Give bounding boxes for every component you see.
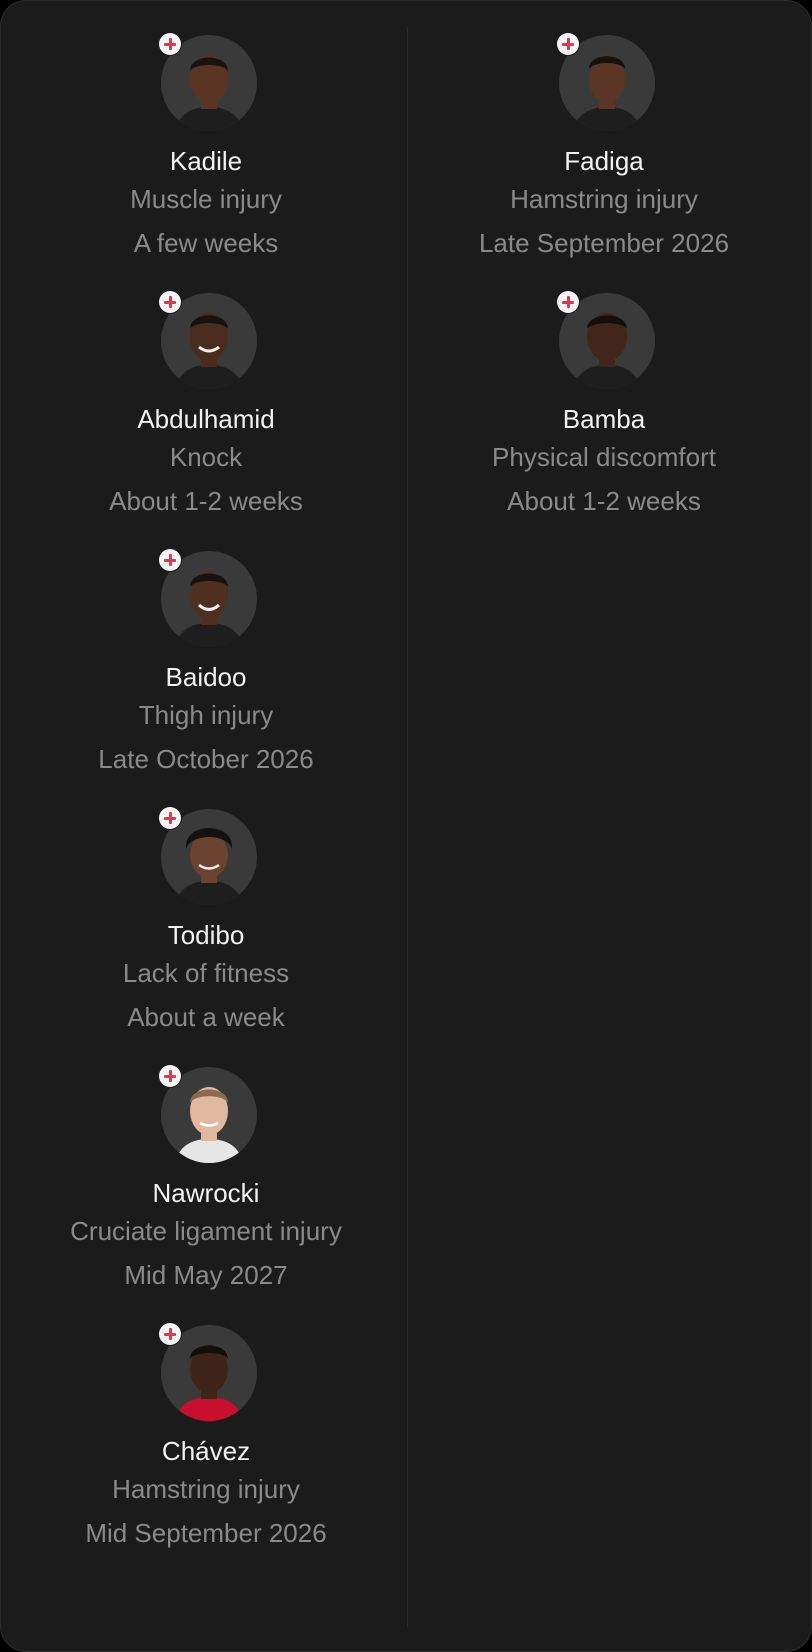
player-card-chavez[interactable]: Chávez Hamstring injury Mid September 20… [3, 1291, 409, 1551]
injury-reason: Muscle injury [130, 184, 282, 214]
player-card-todibo[interactable]: Todibo Lack of fitness About a week [3, 775, 409, 1035]
injury-cross-icon [557, 33, 579, 55]
injury-reason: Knock [169, 442, 243, 472]
player-card-kadile[interactable]: Kadile Muscle injury A few weeks [3, 1, 409, 261]
injury-reason: Hamstring injury [510, 184, 698, 214]
injury-cross-icon [557, 291, 579, 313]
player-name: Fadiga [564, 146, 644, 176]
player-name: Bamba [562, 404, 646, 434]
injury-cross-icon [159, 1065, 181, 1087]
injury-cross-icon [159, 1323, 181, 1345]
injury-reason: Thigh injury [138, 700, 274, 730]
player-avatar[interactable] [159, 33, 257, 131]
player-avatar[interactable] [159, 1065, 257, 1163]
player-avatar[interactable] [557, 33, 655, 131]
injury-cross-icon [159, 33, 181, 55]
player-card-abdulhamid[interactable]: Abdulhamid Knock About 1-2 weeks [3, 259, 409, 519]
expected-return: About 1-2 weeks [109, 486, 303, 516]
expected-return: Late September 2026 [478, 228, 730, 258]
player-name: Kadile [169, 146, 243, 176]
expected-return: Mid September 2026 [85, 1518, 327, 1548]
injury-reason: Lack of fitness [122, 958, 290, 988]
player-card-bamba[interactable]: Bamba Physical discomfort About 1-2 week… [401, 259, 807, 519]
injury-cross-icon [159, 807, 181, 829]
injury-reason: Physical discomfort [492, 442, 716, 472]
expected-return: About a week [127, 1002, 285, 1032]
expected-return: About 1-2 weeks [507, 486, 701, 516]
player-card-fadiga[interactable]: Fadiga Hamstring injury Late September 2… [401, 1, 807, 261]
injury-reason: Cruciate ligament injury [70, 1216, 342, 1246]
player-card-baidoo[interactable]: Baidoo Thigh injury Late October 2026 [3, 517, 409, 777]
expected-return: A few weeks [133, 228, 279, 258]
player-avatar[interactable] [557, 291, 655, 389]
player-card-nawrocki[interactable]: Nawrocki Cruciate ligament injury Mid Ma… [3, 1033, 409, 1293]
player-name: Abdulhamid [137, 404, 275, 434]
expected-return: Late October 2026 [98, 744, 314, 774]
injured-players-panel: Kadile Muscle injury A few weeks Abdulha… [0, 0, 812, 1652]
injury-reason: Hamstring injury [112, 1474, 300, 1504]
player-name: Baidoo [165, 662, 247, 692]
injury-cross-icon [159, 549, 181, 571]
player-name: Nawrocki [152, 1178, 260, 1208]
player-avatar[interactable] [159, 291, 257, 389]
injury-cross-icon [159, 291, 181, 313]
player-name: Todibo [167, 920, 245, 950]
player-name: Chávez [161, 1436, 251, 1466]
expected-return: Mid May 2027 [124, 1260, 288, 1290]
player-avatar[interactable] [159, 807, 257, 905]
player-avatar[interactable] [159, 1323, 257, 1421]
player-avatar[interactable] [159, 549, 257, 647]
